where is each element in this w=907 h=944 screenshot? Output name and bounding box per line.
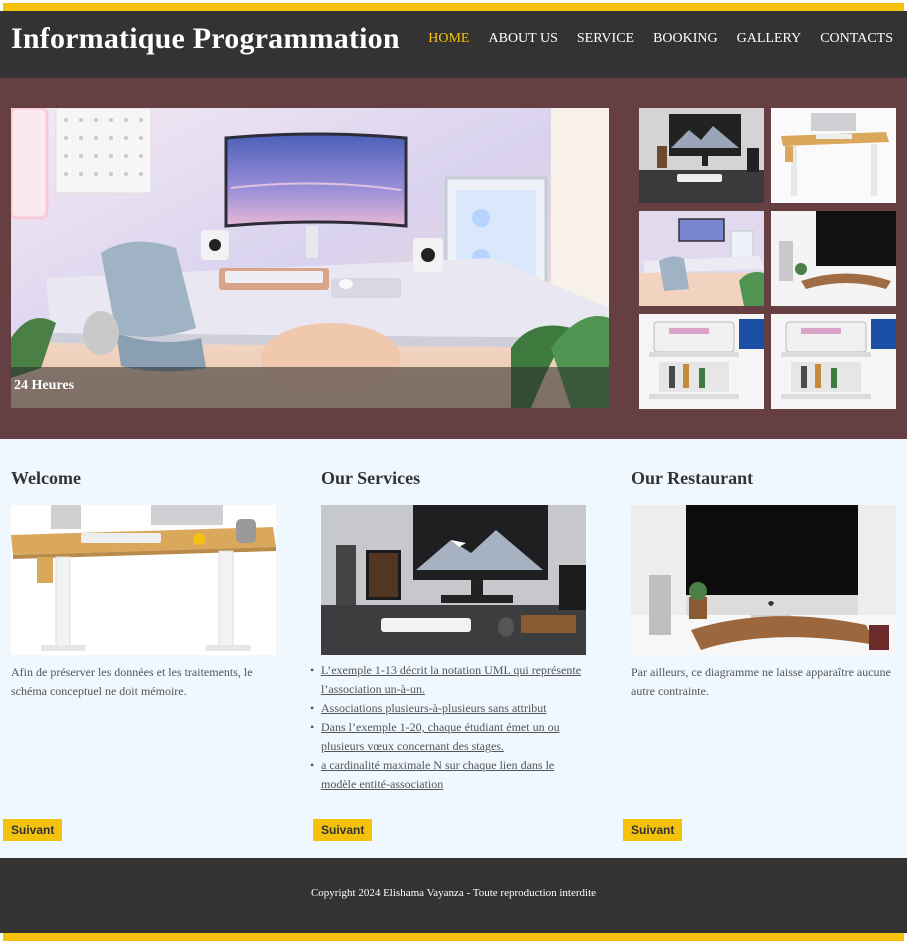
list-item: L’exemple 1-13 décrit la notation UML qu… (310, 661, 587, 699)
welcome-next-button[interactable]: Suivant (3, 819, 63, 841)
thumbnail-pastel-desk[interactable] (639, 211, 764, 306)
restaurant-section: Our Restaurant Par ailleurs, ce diagramm… (631, 468, 897, 701)
site-title: Informatique Programmation (11, 22, 400, 55)
top-accent-bar (0, 0, 907, 11)
site-header: Informatique Programmation HOME ABOUT US… (0, 11, 907, 78)
services-link-2[interactable]: Associations plusieurs-à-plusieurs sans … (321, 701, 547, 715)
main-nav: HOME ABOUT US SERVICE BOOKING GALLERY CO… (409, 31, 893, 47)
hero-slide-image[interactable]: 24 Heures (11, 108, 609, 408)
services-image (321, 505, 586, 655)
dark-desk-image (639, 108, 764, 203)
thumbnail-wood-desk[interactable] (771, 108, 896, 203)
hero-section: 24 Heures (0, 78, 907, 439)
copyright-text: Copyright 2024 Elishama Vayanza - Toute … (310, 887, 597, 899)
welcome-section: Welcome Afin de préserver les données et… (11, 468, 277, 701)
nav-service[interactable]: SERVICE (577, 31, 634, 47)
thumbnail-printer-stand[interactable] (639, 314, 764, 409)
imac-desk-image (631, 505, 896, 655)
services-title: Our Services (321, 468, 421, 488)
thumbnail-imac-stand[interactable] (771, 211, 896, 306)
site-footer: Copyright 2024 Elishama Vayanza - Toute … (0, 858, 907, 933)
bottom-accent-stripe (3, 933, 904, 941)
services-link-1[interactable]: L’exemple 1-13 décrit la notation UML qu… (321, 663, 581, 696)
thumbnail-printer-stand-2[interactable] (771, 314, 896, 409)
services-link-3[interactable]: Dans l’exemple 1-20, chaque étudiant éme… (321, 720, 560, 753)
services-section: Our Services L’exemple 1-13 décrit la no… (310, 468, 587, 794)
pastel-desk-image (639, 211, 764, 306)
wood-desk-image (771, 108, 896, 203)
bottom-accent-bar (0, 933, 907, 944)
hero-caption: 24 Heures (11, 367, 609, 408)
hero-thumbnails (639, 108, 896, 409)
welcome-image (11, 505, 276, 655)
restaurant-next-button[interactable]: Suivant (623, 819, 683, 841)
standing-desk-image (11, 505, 276, 655)
top-accent-stripe (3, 3, 904, 11)
nav-about-us[interactable]: ABOUT US (489, 31, 558, 47)
printer-stand-image-2 (771, 314, 896, 409)
services-link-4[interactable]: a cardinalité maximale N sur chaque lien… (321, 758, 554, 791)
list-item: a cardinalité maximale N sur chaque lien… (310, 756, 587, 794)
services-list: L’exemple 1-13 décrit la notation UML qu… (310, 661, 587, 794)
welcome-text: Afin de préserver les données et les tra… (11, 665, 253, 698)
list-item: Associations plusieurs-à-plusieurs sans … (310, 699, 587, 718)
nav-home[interactable]: HOME (428, 31, 469, 47)
desk-setup-illustration (11, 108, 609, 408)
restaurant-text: Par ailleurs, ce diagramme ne laisse app… (631, 665, 891, 698)
dark-setup-image (321, 505, 586, 655)
printer-stand-image (639, 314, 764, 409)
list-item: Dans l’exemple 1-20, chaque étudiant éme… (310, 718, 587, 756)
services-next-button[interactable]: Suivant (313, 819, 373, 841)
nav-gallery[interactable]: GALLERY (737, 31, 802, 47)
imac-stand-image (771, 211, 896, 306)
nav-contacts[interactable]: CONTACTS (820, 31, 893, 47)
nav-booking[interactable]: BOOKING (653, 31, 718, 47)
restaurant-image (631, 505, 896, 655)
welcome-title: Welcome (11, 468, 81, 488)
thumbnail-dark-desk[interactable] (639, 108, 764, 203)
restaurant-title: Our Restaurant (631, 468, 754, 488)
